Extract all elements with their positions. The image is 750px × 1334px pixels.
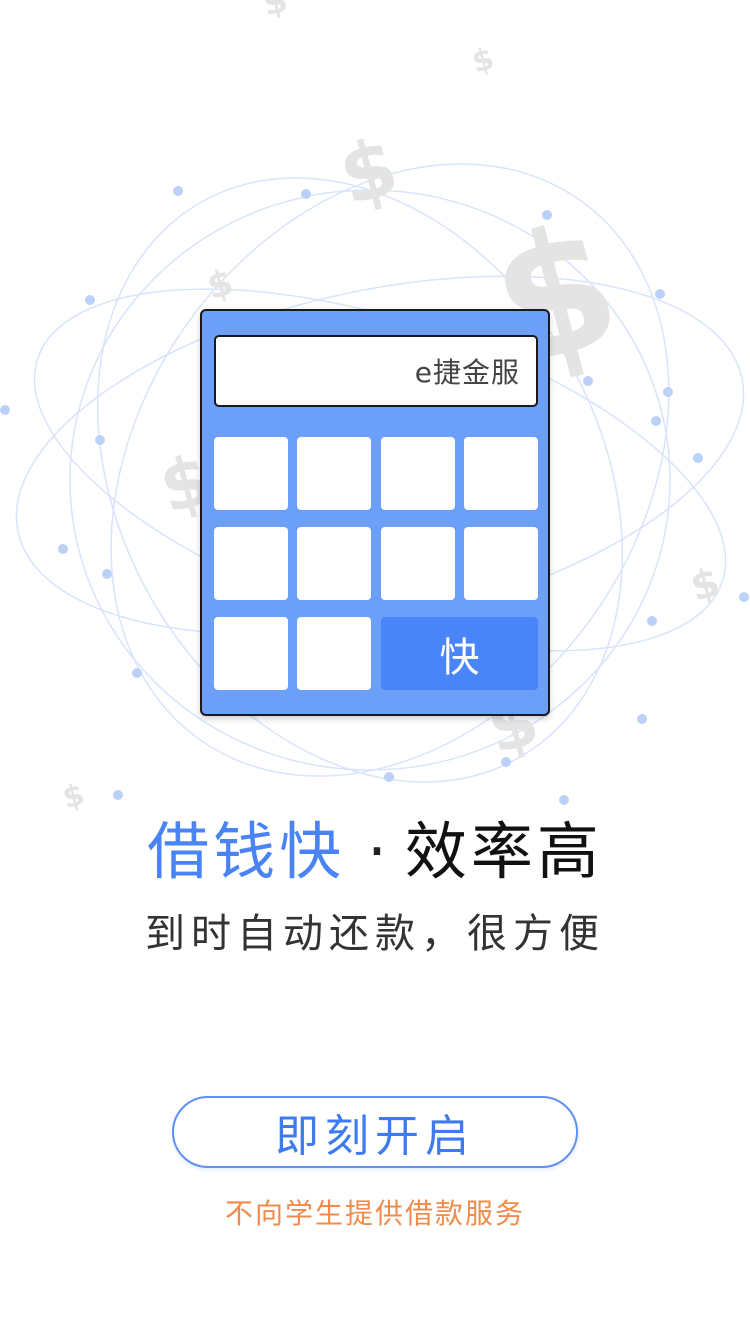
dollar-sign-icon: $: [686, 559, 725, 611]
calculator-key: [297, 437, 371, 510]
calculator-key: [214, 527, 288, 600]
calculator-screen: e捷金服: [214, 335, 538, 407]
calculator-illustration: e捷金服 快: [200, 309, 550, 716]
headline-rest: 效率高: [404, 815, 603, 888]
dollar-sign-icon: $: [330, 119, 408, 223]
headline-highlight: 借钱快: [147, 815, 346, 888]
student-loan-notice: 不向学生提供借款服务: [224, 1197, 525, 1230]
calculator-key: [214, 617, 288, 690]
calculator-key: [381, 437, 455, 510]
calculator-key: [464, 527, 538, 600]
fast-key-label: 快: [439, 634, 480, 681]
calculator-key: [464, 437, 538, 510]
dollar-sign-icon: $: [469, 41, 498, 80]
calculator-key: [297, 617, 371, 690]
headline: 借钱快 · 效率高: [0, 812, 750, 892]
subtitle: 到时自动还款，很方便: [145, 911, 605, 957]
splash-page: $ $ $ $ $ $ $ $ $ e捷金服 快 借钱快 · 效率高 到时自动还…: [0, 0, 750, 1334]
dollar-sign-icon: $: [203, 262, 238, 308]
calculator-key: [381, 527, 455, 600]
dollar-sign-icon: $: [259, 0, 292, 25]
start-now-button-label: 即刻开启: [275, 1111, 475, 1162]
calculator-key: [214, 437, 288, 510]
calculator-key: [297, 527, 371, 600]
calculator-fast-key: 快: [381, 617, 538, 690]
headline-separator: ·: [367, 815, 391, 888]
calculator-screen-text: e捷金服: [414, 356, 520, 389]
start-now-button[interactable]: 即刻开启: [172, 1096, 578, 1168]
dollar-sign-icon: $: [59, 777, 88, 816]
